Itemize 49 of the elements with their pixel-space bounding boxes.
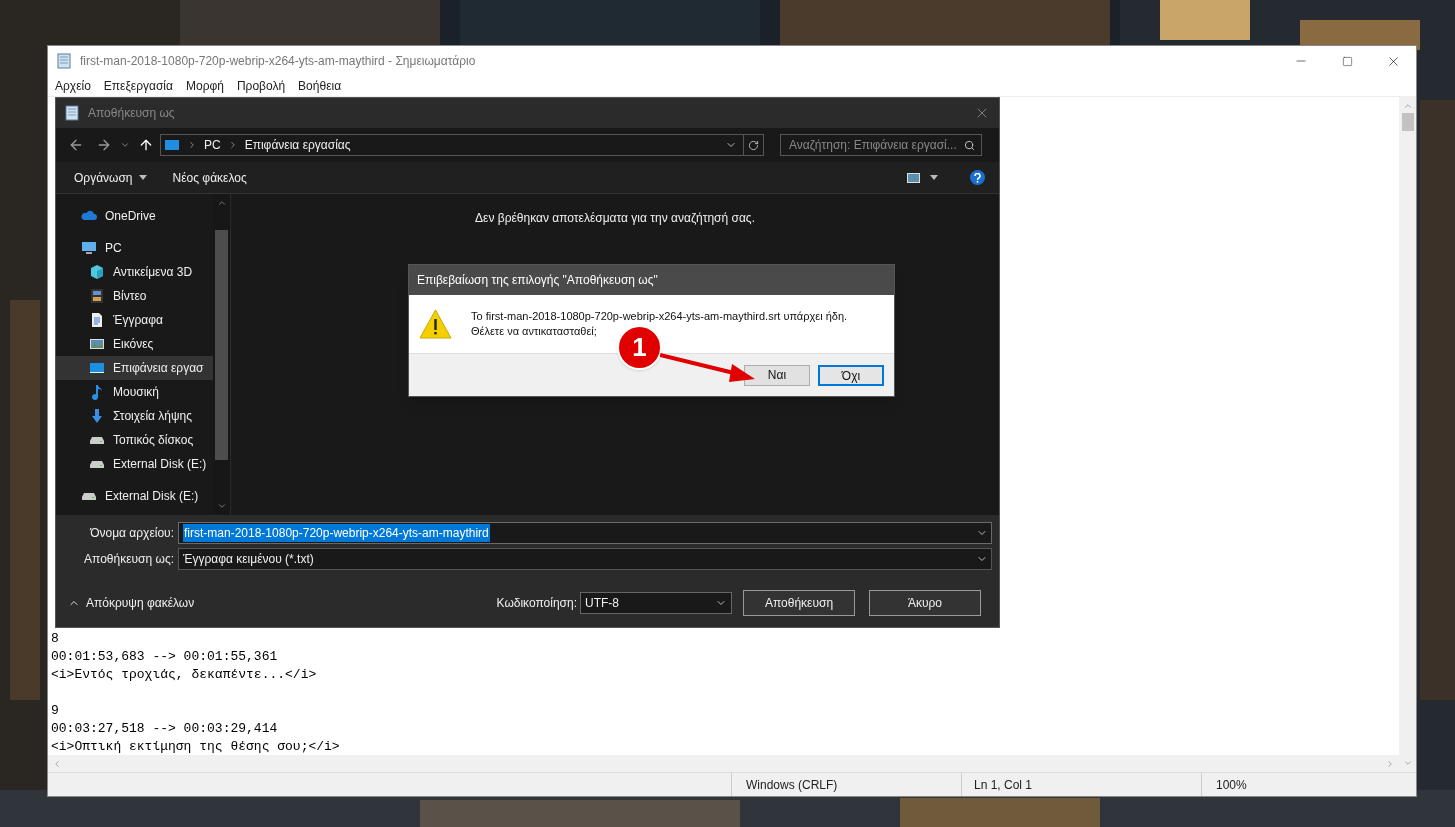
- menu-item[interactable]: Βοήθεια: [295, 77, 345, 95]
- message-text: Το first-man-2018-1080p-720p-webrip-x264-yts-am-maythird.srt υπάρχει ήδη.: [471, 309, 848, 324]
- cursor-position-status: Ln 1, Col 1: [974, 776, 1033, 794]
- sidebar-item[interactable]: Τοπικός δίσκος: [56, 428, 213, 452]
- menu-item[interactable]: Μορφή: [182, 77, 227, 95]
- line-ending-status: Windows (CRLF): [746, 776, 838, 794]
- sidebar-item[interactable]: External Disk (E:): [56, 484, 213, 508]
- message-text: Θέλετε να αντικατασταθεί;: [471, 324, 598, 339]
- toolbar-button[interactable]: Νέος φάκελος: [172, 168, 247, 187]
- subtitle-text: <i>Οπτική εκτίμηση της θέσης σου;</i>: [51, 738, 340, 755]
- dialog-button[interactable]: Άκυρο: [869, 590, 981, 616]
- toolbar-button[interactable]: Οργάνωση: [74, 168, 147, 187]
- sidebar-item[interactable]: Μουσική: [56, 380, 213, 404]
- subtitle-timing: 00:01:53,683 --> 00:01:55,361: [51, 648, 278, 666]
- sidebar-item[interactable]: Έγγραφα: [56, 308, 213, 332]
- dialog-button[interactable]: Όχι: [818, 364, 884, 386]
- menu-item[interactable]: Αρχείο: [52, 77, 94, 95]
- zoom-status: 100%: [1216, 776, 1247, 794]
- breadcrumb-item[interactable]: Επιφάνεια εργασίας: [244, 136, 351, 154]
- empty-results-message: Δεν βρέθηκαν αποτελέσματα για την αναζήτησή σας.: [475, 210, 755, 227]
- sidebar-item[interactable]: Επιφάνεια εργασ: [56, 356, 213, 380]
- encoding-dropdown[interactable]: UTF-8: [580, 592, 732, 614]
- field-label: Κωδικοποίηση:: [496, 595, 577, 612]
- sidebar-item[interactable]: OneDrive: [56, 204, 213, 228]
- file-type-dropdown[interactable]: Έγγραφα κειμένου (*.txt): [178, 548, 992, 570]
- subtitle-number: 8: [51, 630, 59, 648]
- dialog-title: Επιβεβαίωση της επιλογής "Αποθήκευση ως": [417, 272, 658, 289]
- dialog-title: Αποθήκευση ως: [88, 105, 175, 122]
- hide-folders-button[interactable]: Απόκρυψη φακέλων: [68, 594, 195, 612]
- filename-field[interactable]: first-man-2018-1080p-720p-webrip-x264-yts-am-maythird: [178, 522, 992, 544]
- breadcrumb-item[interactable]: PC: [204, 136, 221, 154]
- search-field[interactable]: Αναζήτηση: Επιφάνεια εργασί...: [780, 134, 982, 156]
- address-bar[interactable]: PC Επιφάνεια εργασίας: [160, 134, 764, 156]
- sidebar-item[interactable]: Αντικείμενα 3D: [56, 260, 213, 284]
- sidebar-item[interactable]: Βίντεο: [56, 284, 213, 308]
- sidebar-item[interactable]: Εικόνες: [56, 332, 213, 356]
- menu-item[interactable]: Επεξεργασία: [100, 77, 176, 95]
- window-title: first-man-2018-1080p-720p-webrip-x264-yts-am-maythird - Σημειωματάριο: [80, 53, 476, 70]
- sidebar-item[interactable]: External Disk (E:): [56, 452, 213, 476]
- field-label: Αποθήκευση ως:: [83, 551, 175, 568]
- field-label: Όνομα αρχείου:: [89, 525, 175, 542]
- subtitle-text: <i>Εντός τροχιάς, δεκαπέντε...</i>: [51, 666, 317, 684]
- subtitle-timing: 00:03:27,518 --> 00:03:29,414: [51, 720, 278, 738]
- dialog-button[interactable]: Αποθήκευση: [743, 590, 855, 616]
- menu-item[interactable]: Προβολή: [233, 77, 289, 95]
- sidebar-item[interactable]: PC: [56, 236, 213, 260]
- sidebar-item[interactable]: Στοιχεία λήψης: [56, 404, 213, 428]
- dialog-button[interactable]: Ναι: [744, 364, 810, 386]
- subtitle-number: 9: [51, 702, 59, 720]
